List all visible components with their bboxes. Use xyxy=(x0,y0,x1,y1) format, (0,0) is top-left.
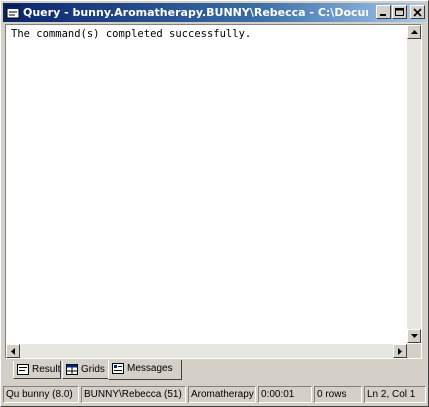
scroll-up-button[interactable] xyxy=(407,25,421,39)
arrow-left-icon xyxy=(11,348,15,355)
horizontal-scrollbar[interactable] xyxy=(6,344,407,358)
messages-icon xyxy=(112,363,124,379)
tab-messages[interactable]: Messages xyxy=(108,360,182,380)
query-window: Query - bunny.Aromatherapy.BUNNY\Rebecca… xyxy=(0,0,429,407)
results-text-icon xyxy=(17,364,29,378)
tab-grids[interactable]: Grids xyxy=(62,361,110,379)
close-button[interactable] xyxy=(410,5,425,19)
maximize-icon xyxy=(395,8,404,16)
scroll-right-button[interactable] xyxy=(393,344,407,358)
status-bar: Qu bunny (8.0) BUNNY\Rebecca (51) Aromat… xyxy=(3,385,426,404)
tab-results-label: Results xyxy=(32,364,61,375)
tab-messages-label: Messages xyxy=(127,363,173,374)
scroll-left-button[interactable] xyxy=(6,344,20,358)
message-text: The command(s) completed successfully. xyxy=(11,28,252,40)
status-user: BUNNY\Rebecca (51) xyxy=(81,386,186,403)
status-database: Aromatherapy xyxy=(188,386,256,403)
minimize-icon xyxy=(380,14,386,16)
results-tabs: Results Grids Me xyxy=(11,360,421,381)
minimize-button[interactable] xyxy=(376,5,391,19)
title-bar[interactable]: Query - bunny.Aromatherapy.BUNNY\Rebecca… xyxy=(3,3,426,22)
tab-results[interactable]: Results xyxy=(13,361,61,379)
scroll-down-button[interactable] xyxy=(407,329,421,343)
vertical-scrollbar[interactable] xyxy=(407,25,421,343)
status-row-count: 0 rows xyxy=(314,386,362,403)
query-document-icon xyxy=(6,5,20,19)
status-server: Qu bunny (8.0) xyxy=(3,386,79,403)
arrow-up-icon xyxy=(411,30,418,34)
window-title: Query - bunny.Aromatherapy.BUNNY\Rebecca… xyxy=(23,6,368,19)
scrollbar-corner xyxy=(407,344,421,358)
arrow-down-icon xyxy=(411,334,418,338)
status-cursor-position: Ln 2, Col 1 xyxy=(364,386,426,403)
status-elapsed-time: 0:00:01 xyxy=(258,386,312,403)
maximize-button[interactable] xyxy=(392,5,407,19)
arrow-right-icon xyxy=(398,348,402,355)
close-icon xyxy=(413,8,422,17)
grid-icon xyxy=(66,364,78,378)
tab-grids-label: Grids xyxy=(81,364,105,375)
messages-pane[interactable]: The command(s) completed successfully. xyxy=(5,24,422,359)
